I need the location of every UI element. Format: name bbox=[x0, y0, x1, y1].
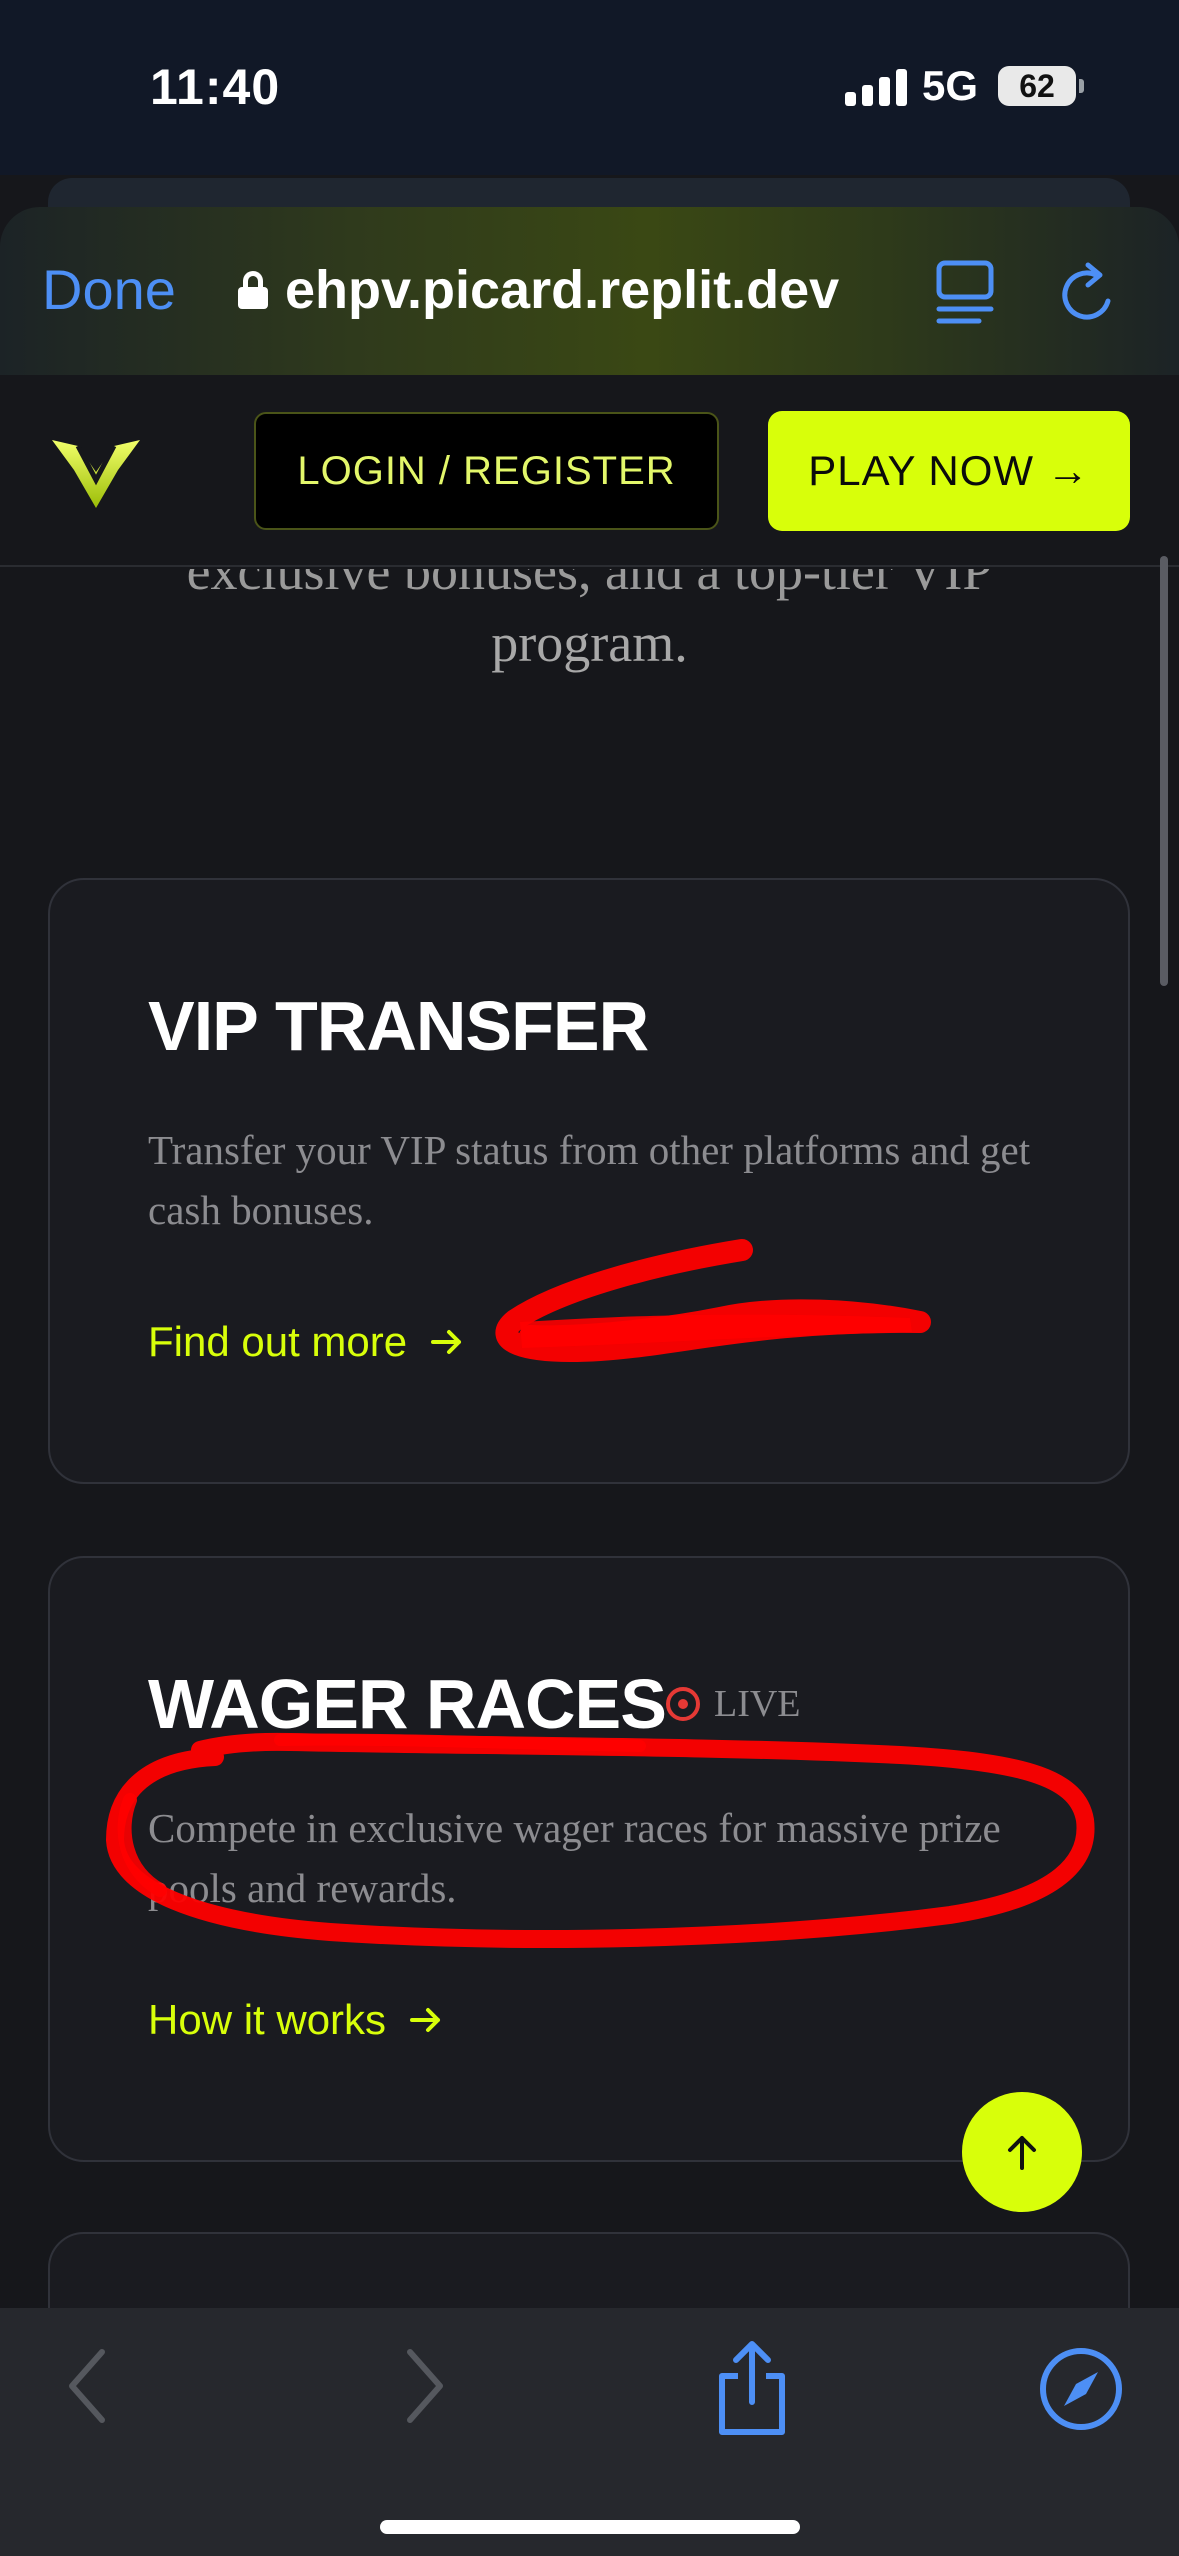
reload-icon[interactable] bbox=[1058, 261, 1120, 327]
scroll-to-top-button[interactable] bbox=[962, 2092, 1082, 2212]
link-label: Find out more bbox=[148, 1318, 408, 1365]
browser-toolbar bbox=[0, 2308, 1179, 2556]
card-title: WAGER RACES bbox=[148, 1665, 667, 1743]
card-title: VIP TRANSFER bbox=[148, 987, 649, 1065]
share-icon[interactable] bbox=[712, 2338, 792, 2438]
live-label: LIVE bbox=[714, 1683, 801, 1725]
how-it-works-link[interactable]: How it works bbox=[148, 1996, 444, 2044]
forward-icon[interactable] bbox=[400, 2346, 450, 2426]
logo-icon[interactable] bbox=[48, 430, 144, 510]
status-bar: 11:40 5G 62 bbox=[0, 0, 1179, 175]
wager-races-card: WAGER RACES LIVE Compete in exclusive wa… bbox=[48, 1556, 1130, 2162]
compass-icon[interactable] bbox=[1038, 2346, 1124, 2432]
arrow-up-icon bbox=[1008, 2136, 1036, 2170]
network-label: 5G bbox=[922, 62, 979, 109]
lock-icon bbox=[238, 271, 268, 309]
battery-icon: 62 bbox=[998, 66, 1084, 106]
scrollbar[interactable] bbox=[1160, 556, 1168, 986]
status-time: 11:40 bbox=[150, 59, 281, 115]
url-text[interactable]: ehpv.picard.replit.dev bbox=[285, 259, 839, 321]
play-now-button[interactable]: PLAY NOW → bbox=[768, 411, 1130, 531]
done-button[interactable]: Done bbox=[42, 257, 176, 322]
login-register-button[interactable]: LOGIN / REGISTER bbox=[254, 412, 719, 530]
site-header: LOGIN / REGISTER PLAY NOW → bbox=[0, 375, 1179, 567]
back-icon[interactable] bbox=[62, 2346, 112, 2426]
find-out-more-link[interactable]: Find out more bbox=[148, 1318, 465, 1366]
card-description: Compete in exclusive wager races for mas… bbox=[148, 1805, 1001, 1911]
live-dot-icon bbox=[666, 1687, 700, 1721]
address-bar[interactable]: Done ehpv.picard.replit.dev bbox=[0, 207, 1179, 375]
card-description: Transfer your VIP status from other plat… bbox=[148, 1127, 1031, 1233]
arrow-right-icon bbox=[410, 2008, 441, 2032]
vip-transfer-card: VIP TRANSFER Transfer your VIP status fr… bbox=[48, 878, 1130, 1484]
arrow-right-icon bbox=[431, 1330, 462, 1354]
reader-icon[interactable] bbox=[935, 259, 995, 325]
live-badge: LIVE bbox=[666, 1682, 801, 1726]
home-indicator[interactable] bbox=[380, 2520, 800, 2534]
intro-text: program. bbox=[491, 613, 688, 673]
link-label: How it works bbox=[148, 1996, 387, 2043]
signal-icon bbox=[845, 66, 907, 106]
